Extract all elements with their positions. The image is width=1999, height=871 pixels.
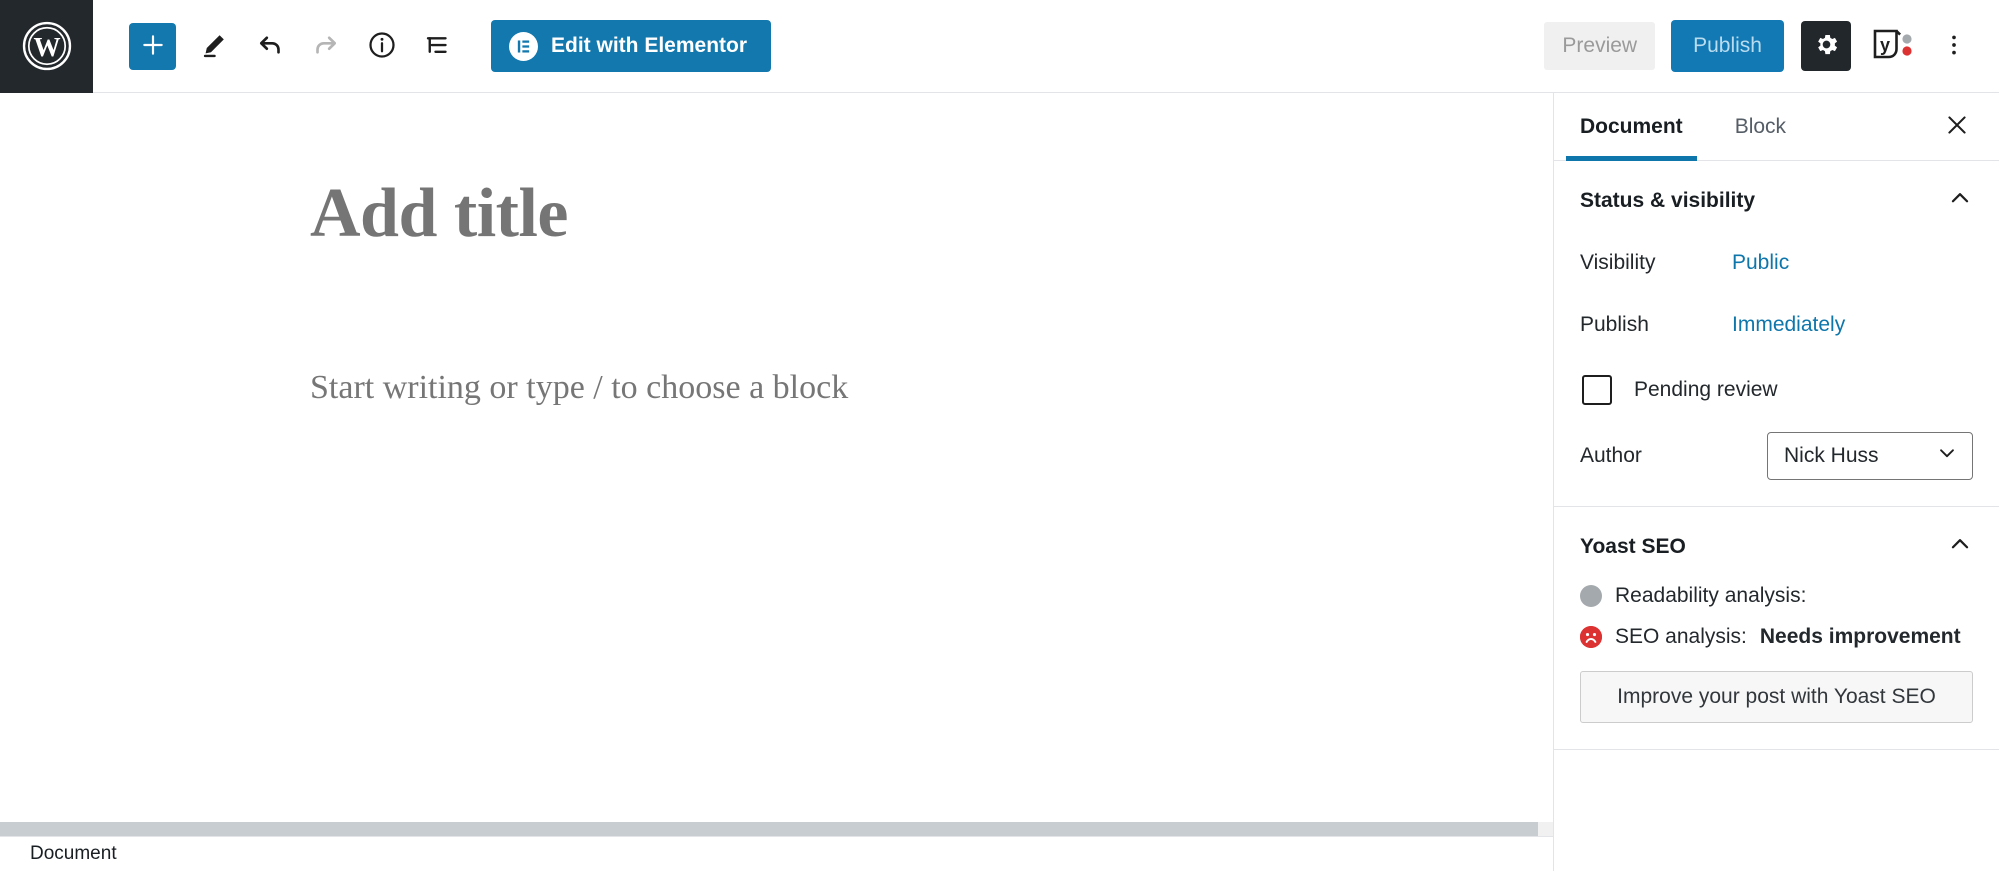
editor-canvas[interactable]: Add title Start writing or type / to cho… xyxy=(0,93,1553,822)
panel-yoast-header[interactable]: Yoast SEO xyxy=(1554,507,1999,584)
visibility-value-button[interactable]: Public xyxy=(1732,251,1789,275)
svg-text:y: y xyxy=(1880,35,1890,55)
readability-analysis-label: Readability analysis: xyxy=(1615,584,1807,607)
elementor-logo-icon xyxy=(509,31,538,61)
panel-status-body: Visibility Public Publish Immediately Pe… xyxy=(1554,238,1999,506)
content-info-button[interactable] xyxy=(358,23,405,70)
redo-arrow-icon xyxy=(311,30,341,63)
panel-yoast-body: Readability analysis: SEO analysis: Need… xyxy=(1554,584,1999,749)
sidebar-tab-bar: Document Block xyxy=(1554,93,1999,161)
add-block-button[interactable] xyxy=(129,22,176,70)
toolbar-left-group: Edit with Elementor xyxy=(93,20,772,72)
visibility-row: Visibility Public xyxy=(1580,238,1973,288)
chevron-down-icon xyxy=(1936,442,1958,470)
pending-review-row: Pending review xyxy=(1582,364,1973,416)
edit-mode-button[interactable] xyxy=(190,23,237,70)
preview-button[interactable]: Preview xyxy=(1544,22,1656,70)
info-circle-icon xyxy=(367,30,397,63)
visibility-label: Visibility xyxy=(1580,251,1656,274)
author-row: Author Nick Huss xyxy=(1580,432,1973,480)
publish-date-row: Publish Immediately xyxy=(1580,300,1973,350)
chevron-up-icon[interactable] xyxy=(1947,531,1973,562)
redo-button[interactable] xyxy=(302,23,349,70)
tab-block[interactable]: Block xyxy=(1709,93,1812,160)
post-body-block[interactable]: Start writing or type / to choose a bloc… xyxy=(310,363,848,412)
author-select[interactable]: Nick Huss xyxy=(1767,432,1973,480)
tab-document[interactable]: Document xyxy=(1554,93,1709,161)
settings-button[interactable] xyxy=(1801,21,1851,71)
panel-status-header[interactable]: Status & visibility xyxy=(1554,161,1999,238)
edit-with-elementor-button[interactable]: Edit with Elementor xyxy=(491,20,772,72)
kebab-vertical-icon xyxy=(1941,32,1967,61)
svg-text:W: W xyxy=(33,32,60,62)
seo-analysis-label: SEO analysis: xyxy=(1615,625,1747,648)
publish-date-value-button[interactable]: Immediately xyxy=(1732,313,1845,337)
edit-with-elementor-label: Edit with Elementor xyxy=(551,34,748,57)
pending-review-label[interactable]: Pending review xyxy=(1634,378,1778,402)
close-icon xyxy=(1944,112,1970,141)
seo-analysis-value: Needs improvement xyxy=(1759,625,1961,648)
undo-button[interactable] xyxy=(246,23,293,70)
settings-sidebar: Document Block Status & visibility Visib… xyxy=(1553,93,1999,871)
improve-post-with-yoast-button[interactable]: Improve your post with Yoast SEO xyxy=(1580,671,1973,723)
panel-yoast-seo: Yoast SEO Readability analysis: SEO anal… xyxy=(1554,507,1999,750)
close-sidebar-button[interactable] xyxy=(1933,103,1981,151)
chevron-up-icon[interactable] xyxy=(1947,185,1973,216)
readability-analysis-row: Readability analysis: xyxy=(1580,584,1973,608)
panel-yoast-title: Yoast SEO xyxy=(1580,534,1686,558)
pencil-edit-icon xyxy=(200,31,228,62)
seo-analysis-row: SEO analysis: Needs improvement xyxy=(1580,625,1973,649)
author-label: Author xyxy=(1580,444,1642,467)
undo-arrow-icon xyxy=(255,30,285,63)
list-view-button[interactable] xyxy=(414,23,461,70)
pending-review-checkbox[interactable] xyxy=(1582,375,1612,405)
canvas-horizontal-scrollbar-thumb[interactable] xyxy=(0,822,1538,836)
yoast-seo-logo-icon: y xyxy=(1872,28,1914,65)
publish-date-label: Publish xyxy=(1580,313,1649,336)
wordpress-block-editor: W Edit with Elementor Preview Publish y … xyxy=(0,0,1999,871)
wordpress-logo-icon: W xyxy=(21,20,73,72)
yoast-seo-button[interactable]: y xyxy=(1867,21,1919,71)
list-view-icon xyxy=(423,30,453,63)
author-selected-value: Nick Huss xyxy=(1784,444,1879,467)
gray-circle-status-icon xyxy=(1580,585,1602,607)
post-title-input[interactable]: Add title xyxy=(310,175,569,252)
red-sad-face-status-icon xyxy=(1580,626,1602,648)
editor-status-bar: Document xyxy=(0,836,1553,871)
panel-status-and-visibility: Status & visibility Visibility Public Pu… xyxy=(1554,161,1999,507)
toolbar-right-group: Preview Publish y xyxy=(1544,20,1999,72)
panel-status-title: Status & visibility xyxy=(1580,188,1756,212)
more-options-button[interactable] xyxy=(1931,23,1977,69)
status-bar-breadcrumb: Document xyxy=(30,843,117,864)
wordpress-logo-button[interactable]: W xyxy=(0,0,93,93)
editor-toolbar: W Edit with Elementor Preview Publish y xyxy=(0,0,1999,93)
plus-icon xyxy=(140,32,166,61)
gear-icon xyxy=(1813,31,1840,61)
publish-button[interactable]: Publish xyxy=(1671,20,1784,72)
